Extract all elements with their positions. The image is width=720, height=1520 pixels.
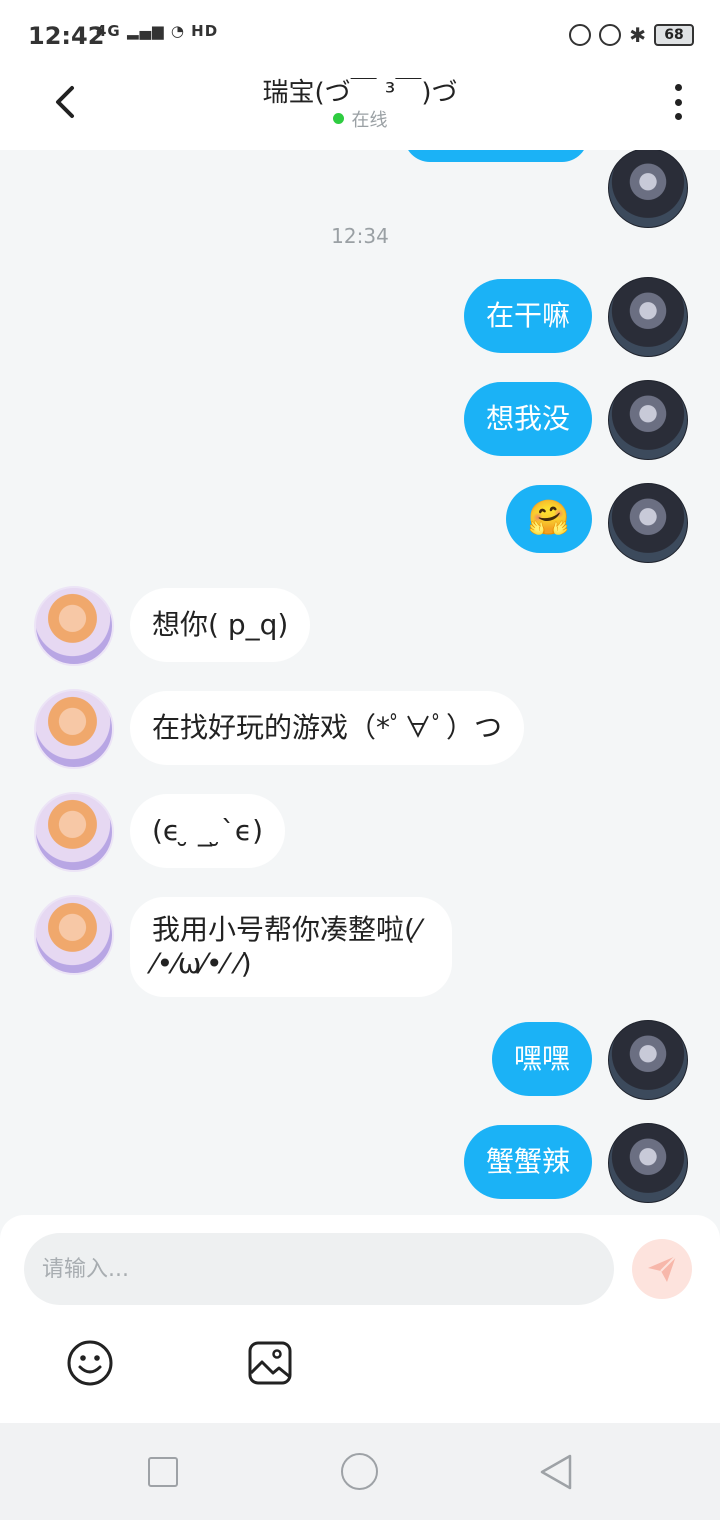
contact-avatar[interactable] [34,689,114,769]
rotation-lock-icon [599,24,622,46]
my-avatar[interactable] [608,1123,688,1203]
send-button[interactable] [632,1239,692,1299]
system-nav-bar [0,1423,720,1520]
nav-back-button[interactable] [538,1453,574,1491]
send-icon [648,1255,677,1282]
message-timestamp: 12:34 [331,224,389,248]
more-dot-icon [674,84,682,91]
my-avatar[interactable] [608,1020,688,1100]
image-button[interactable] [246,1339,294,1387]
more-dot-icon [674,113,682,120]
more-options-button[interactable] [670,84,686,120]
contact-name: 瑞宝(づ￣ ³￣)づ [262,78,458,108]
online-status-label: 在线 [351,110,388,131]
status-bar: 12:42 4G ▂▄▆ ◔ HD ✱ 68 [0,0,720,72]
chat-header: 瑞宝(づ￣ ³￣)づ 在线 [0,72,720,150]
network-indicator: 4G ▂▄▆ ◔ HD [96,22,218,40]
message-bubble-outgoing[interactable]: 🤗 [505,485,592,553]
network-type: 4G [96,22,121,40]
status-time: 12:42 [28,22,105,50]
battery-icon: 68 [654,24,694,46]
wifi-icon: ◔ [170,22,185,40]
message-bubble-outgoing-partial[interactable] [404,150,588,162]
my-avatar[interactable] [608,277,688,357]
message-bubble-incoming[interactable]: (ϵ ̮ _ ̮`ϵ) [130,794,286,868]
message-bubble-outgoing[interactable]: 蟹蟹辣 [463,1125,592,1199]
home-button[interactable] [341,1453,378,1490]
status-right-icons: ✱ 68 [569,24,694,46]
bluetooth-icon: ✱ [629,23,646,47]
my-avatar[interactable] [608,150,688,228]
message-list[interactable]: 12:34 在干嘛 想我没 🤗 想你( p_q) 在找好玩的游戏（*ﾟ∀ﾟ）つ … [0,150,720,1215]
message-bubble-outgoing[interactable]: 嘿嘿 [491,1022,592,1096]
message-bubble-incoming[interactable]: 想你( p_q) [130,588,311,662]
data-saver-icon [569,24,592,46]
online-dot-icon [332,113,344,124]
signal-icon: ▂▄▆ [126,22,165,40]
message-bubble-outgoing[interactable]: 想我没 [463,382,592,456]
my-avatar[interactable] [608,483,688,563]
contact-avatar[interactable] [34,586,114,666]
more-dot-icon [674,98,682,106]
message-bubble-outgoing[interactable]: 在干嘛 [463,279,592,353]
emoji-button[interactable] [66,1339,114,1387]
smile-icon [67,1340,113,1386]
hd-badge: HD [191,22,219,40]
composer [0,1215,720,1423]
hugging-face-emoji: 🤗 [527,498,570,538]
online-status: 在线 [0,106,720,132]
recent-apps-button[interactable] [148,1457,178,1487]
contact-avatar[interactable] [34,792,114,872]
message-bubble-incoming[interactable]: 在找好玩的游戏（*ﾟ∀ﾟ）つ [130,691,525,765]
message-input[interactable] [24,1233,614,1305]
message-bubble-incoming[interactable]: 我用小号帮你凑整啦(⁄ ⁄•⁄ω⁄•⁄ ⁄) [130,897,452,997]
contact-avatar[interactable] [34,895,114,975]
image-icon [248,1341,292,1385]
my-avatar[interactable] [608,380,688,460]
